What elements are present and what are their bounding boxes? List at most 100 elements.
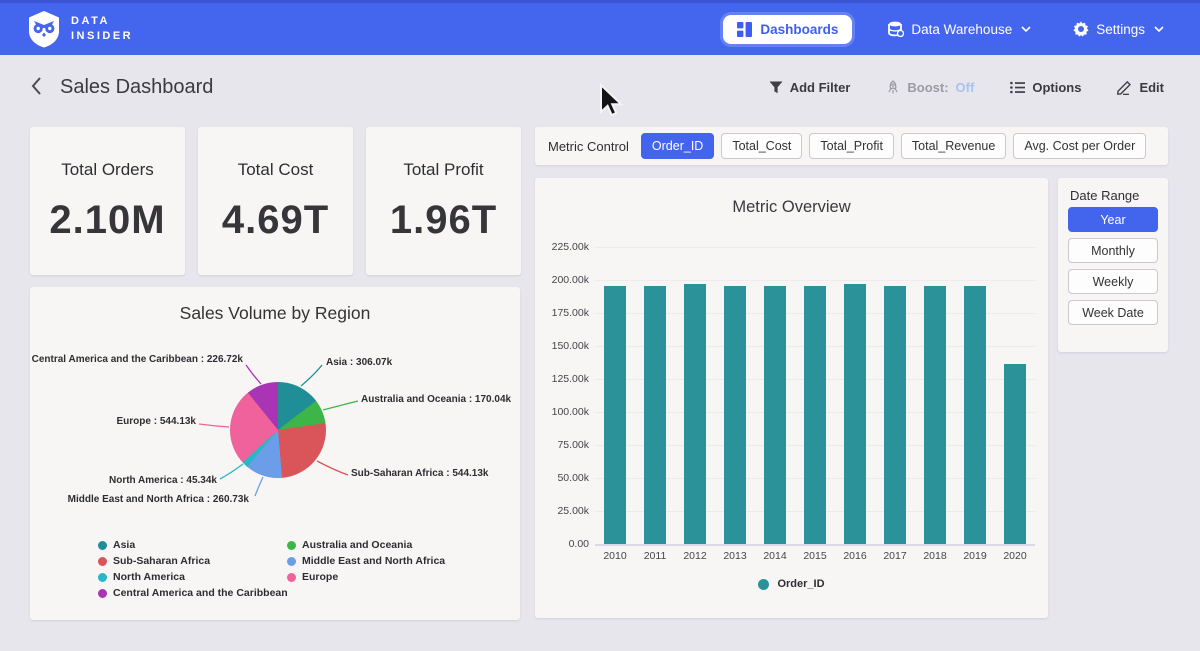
legend-dot	[287, 541, 296, 550]
grid-dashboard-icon	[737, 22, 752, 37]
bar-2013	[724, 286, 746, 544]
y-tick-label: 175.00k	[537, 307, 589, 319]
bar-2020	[1004, 364, 1026, 544]
legend-item-asia: Asia	[98, 539, 135, 551]
metric-chip-total-profit[interactable]: Total_Profit	[809, 133, 894, 159]
legend-dot	[98, 557, 107, 566]
legend-dot	[98, 589, 107, 598]
bar-slot	[835, 247, 875, 544]
bar-2015	[804, 286, 826, 544]
page-header: Sales Dashboard Add Filter Boost: Off Op…	[0, 55, 1200, 119]
owl-icon	[26, 9, 62, 49]
bar-2016	[844, 284, 866, 544]
bar-slot	[715, 247, 755, 544]
x-tick-label: 2012	[675, 550, 715, 562]
date-range-year[interactable]: Year	[1068, 207, 1158, 232]
bar-legend-label: Order_ID	[777, 578, 824, 590]
bar-slot	[875, 247, 915, 544]
x-axis-labels: 2010201120122013201420152016201720182019…	[595, 550, 1035, 562]
bar-2017	[884, 286, 906, 544]
add-filter-label: Add Filter	[790, 80, 851, 95]
bar-2018	[924, 286, 946, 544]
legend-label: Asia	[113, 539, 135, 551]
x-tick-label: 2017	[875, 550, 915, 562]
pie-callout-line	[317, 461, 348, 475]
pie-label-asia: Asia : 306.07k	[326, 356, 392, 369]
date-range-card: Date Range YearMonthlyWeeklyWeek Date	[1058, 178, 1168, 352]
data-warehouse-label: Data Warehouse	[911, 22, 1012, 37]
metric-chip-row: Order_ID Total_Cost Total_Profit Total_Reve…	[641, 133, 1146, 159]
kpi-value: 1.96T	[366, 198, 521, 243]
bar-2012	[684, 284, 706, 544]
legend-item-europe: Europe	[287, 571, 338, 583]
pencil-icon	[1117, 80, 1132, 95]
x-tick-label: 2013	[715, 550, 755, 562]
pie-label-north-america: North America : 45.34k	[109, 474, 217, 487]
back-button[interactable]	[26, 72, 46, 103]
edit-label: Edit	[1139, 80, 1164, 95]
metric-chip-total-revenue[interactable]: Total_Revenue	[901, 133, 1006, 159]
bar-slot	[995, 247, 1035, 544]
bar-slot	[795, 247, 835, 544]
kpi-value: 4.69T	[198, 198, 353, 243]
pie-callout-line	[220, 464, 243, 479]
pie-callout-line	[246, 365, 261, 384]
x-tick-label: 2010	[595, 550, 635, 562]
legend-item-central-america-and-the-caribbean: Central America and the Caribbean	[98, 587, 288, 599]
legend-label: Australia and Oceania	[302, 539, 412, 551]
kpi-label: Total Orders	[30, 160, 185, 180]
pie-callout-line	[323, 401, 358, 410]
metric-chip-order-id[interactable]: Order_ID	[641, 133, 714, 159]
x-tick-label: 2019	[955, 550, 995, 562]
gear-icon	[1073, 21, 1089, 37]
boost-label: Boost:	[907, 80, 948, 95]
data-warehouse-menu[interactable]: Data Warehouse	[882, 20, 1037, 38]
dashboards-label: Dashboards	[760, 22, 838, 37]
bar-2019	[964, 286, 986, 544]
kpi-card: Total Profit1.96T	[366, 127, 521, 275]
edit-button[interactable]: Edit	[1111, 79, 1170, 96]
options-label: Options	[1032, 80, 1081, 95]
x-tick-label: 2016	[835, 550, 875, 562]
bar-chart-legend: Order_ID	[535, 578, 1048, 590]
bar-chart-title: Metric Overview	[535, 198, 1048, 217]
bar-legend-dot	[758, 579, 769, 590]
legend-dot	[98, 541, 107, 550]
y-tick-label: 75.00k	[537, 439, 589, 451]
top-nav-actions: Dashboards Data Warehouse Settings	[723, 15, 1170, 44]
kpi-value: 2.10M	[30, 198, 185, 243]
legend-dot	[98, 573, 107, 582]
page-actions: Add Filter Boost: Off Options Ed	[763, 79, 1170, 96]
pie-label-middle-east-and-north-africa: Middle East and North Africa : 260.73k	[68, 493, 249, 506]
bar-slot	[675, 247, 715, 544]
pie-chart-card: Sales Volume by Region Asia : 306.07kAus…	[30, 287, 520, 620]
x-tick-label: 2014	[755, 550, 795, 562]
gridline	[595, 544, 1035, 546]
bar-slot	[595, 247, 635, 544]
pie-callout-line	[301, 365, 322, 386]
y-tick-label: 50.00k	[537, 472, 589, 484]
date-range-monthly[interactable]: Monthly	[1068, 238, 1158, 263]
legend-label: Europe	[302, 571, 338, 583]
funnel-icon	[769, 81, 783, 94]
date-range-week-date[interactable]: Week Date	[1068, 300, 1158, 325]
options-button[interactable]: Options	[1004, 79, 1087, 96]
settings-menu[interactable]: Settings	[1067, 20, 1170, 38]
bar-slot	[915, 247, 955, 544]
legend-label: Middle East and North Africa	[302, 555, 445, 567]
top-navbar: DATA INSIDER Dashboards Data Warehouse	[0, 0, 1200, 55]
kpi-label: Total Cost	[198, 160, 353, 180]
add-filter-button[interactable]: Add Filter	[763, 79, 857, 96]
legend-item-middle-east-and-north-africa: Middle East and North Africa	[287, 555, 445, 567]
pie-callout-line	[255, 477, 263, 496]
pie-label-europe: Europe : 544.13k	[117, 415, 196, 428]
legend-dot	[287, 573, 296, 582]
dashboards-button[interactable]: Dashboards	[723, 15, 852, 44]
x-tick-label: 2011	[635, 550, 675, 562]
boost-toggle[interactable]: Boost: Off	[880, 79, 980, 96]
metric-chip-avg-cost-per-order[interactable]: Avg. Cost per Order	[1013, 133, 1146, 159]
legend-label: North America	[113, 571, 185, 583]
date-range-weekly[interactable]: Weekly	[1068, 269, 1158, 294]
metric-chip-total-cost[interactable]: Total_Cost	[721, 133, 802, 159]
y-tick-label: 25.00k	[537, 505, 589, 517]
